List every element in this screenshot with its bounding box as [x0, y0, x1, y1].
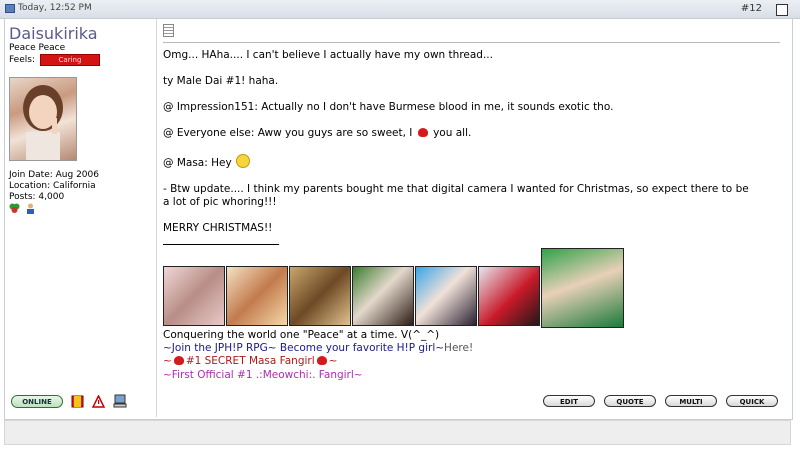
rpg-link[interactable]: ~Join the JPH!P RPG~ Become your favorit…	[163, 342, 444, 354]
heart-icon	[417, 128, 428, 137]
doc-icon	[163, 24, 174, 37]
post-line: Omg... HAha.... I can't believe I actual…	[163, 49, 493, 61]
post-line: @ Masa: Hey	[163, 154, 250, 169]
signature-text: ~	[328, 355, 338, 367]
online-status-button[interactable]: ONLINE	[11, 395, 63, 408]
post-text: @ Masa: Hey	[163, 157, 232, 169]
signature-photo[interactable]	[541, 248, 624, 328]
user-location: Location: California	[9, 181, 96, 191]
edit-button[interactable]: EDIT	[543, 395, 595, 407]
signature-photo[interactable]	[226, 266, 288, 326]
signature-photo[interactable]	[289, 266, 351, 326]
report-icon[interactable]	[71, 395, 84, 408]
post-footer-bar	[4, 420, 791, 445]
computer-icon[interactable]	[113, 394, 127, 408]
join-date: Join Date: Aug 2006	[9, 170, 99, 180]
signature-line: ~ #1 SECRET Masa Fangirl ~	[163, 355, 337, 367]
here-link[interactable]: Here!	[444, 342, 473, 354]
select-post-checkbox[interactable]	[776, 4, 788, 16]
user-title: Peace Peace	[9, 43, 66, 53]
signature-photo[interactable]	[352, 266, 414, 326]
signature-photo[interactable]	[478, 266, 540, 326]
username-link[interactable]: Daisukirika	[9, 24, 98, 43]
smiley-icon	[235, 154, 250, 168]
avatar[interactable]	[9, 77, 77, 161]
signature-text: #1 SECRET Masa Fangirl	[185, 355, 315, 367]
post-line: @ Impression151: Actually no I don't hav…	[163, 101, 614, 113]
signature-line: ~Join the JPH!P RPG~ Become your favorit…	[163, 342, 473, 354]
post-number-link[interactable]: #12	[741, 3, 762, 14]
post-line: - Btw update.... I think my parents boug…	[163, 183, 749, 195]
post-line: MERRY CHRISTMAS!!	[163, 222, 273, 234]
post-line: ty Male Dai #1! haha.	[163, 75, 279, 87]
post-header-bar: Today, 12:52 PM #12	[0, 0, 800, 19]
clover-icon[interactable]	[9, 203, 20, 214]
signature-photo[interactable]	[415, 266, 477, 326]
feels-label: Feels:	[9, 55, 35, 65]
page-icon	[5, 4, 15, 13]
multi-quote-button[interactable]: MULTI	[665, 395, 717, 407]
post-count: Posts: 4,000	[9, 192, 65, 202]
mood-badge: Caring	[40, 54, 100, 66]
buddy-icon[interactable]	[25, 203, 36, 214]
post-line: @ Everyone else: Aww you guys are so swe…	[163, 127, 471, 139]
post-line: a lot of pic whoring!!!	[163, 196, 277, 208]
warning-icon[interactable]	[92, 395, 105, 408]
signature-photo[interactable]	[163, 266, 225, 326]
title-separator	[163, 42, 780, 43]
signature-line: Conquering the world one "Peace" at a ti…	[163, 329, 440, 341]
post-frame	[4, 18, 793, 420]
post-text: you all.	[433, 127, 472, 139]
avatar-picture	[23, 85, 63, 160]
signature-rule	[163, 244, 279, 245]
heart-icon	[173, 356, 184, 365]
quick-reply-button[interactable]: QUICK	[726, 395, 778, 407]
post-text: @ Everyone else: Aww you guys are so swe…	[163, 127, 413, 139]
signature-line: ~First Official #1 .:Meowchi:. Fangirl~	[163, 369, 363, 381]
user-column-divider	[156, 19, 157, 417]
quote-button[interactable]: QUOTE	[604, 395, 656, 407]
signature-text: ~	[163, 355, 172, 367]
heart-icon	[316, 356, 327, 365]
post-date: Today, 12:52 PM	[18, 3, 92, 13]
